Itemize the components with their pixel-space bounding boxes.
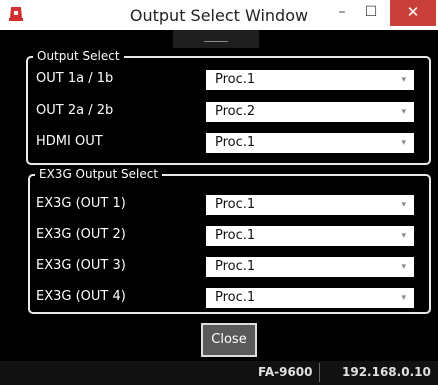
row-label: HDMI OUT xyxy=(36,134,103,149)
select-value: Proc.1 xyxy=(215,259,256,274)
hdmi-out-select[interactable]: Proc.1 ▾ xyxy=(206,133,414,153)
select-value: Proc.1 xyxy=(215,72,256,87)
chevron-down-icon: ▾ xyxy=(401,138,406,148)
collapse-handle[interactable] xyxy=(173,30,259,48)
chevron-down-icon: ▾ xyxy=(401,293,406,303)
status-bar: FA-9600 192.168.0.10 xyxy=(0,361,438,385)
device-model: FA-9600 xyxy=(258,365,313,379)
row-label: EX3G (OUT 3) xyxy=(36,258,126,273)
select-value: Proc.1 xyxy=(215,228,256,243)
ex3g-out1-select[interactable]: Proc.1 ▾ xyxy=(206,195,414,215)
select-value: Proc.1 xyxy=(215,197,256,212)
chevron-down-icon: ▾ xyxy=(401,107,406,117)
chevron-down-icon: ▾ xyxy=(401,75,406,85)
row-label: EX3G (OUT 1) xyxy=(36,196,126,211)
row-label: EX3G (OUT 2) xyxy=(36,227,126,242)
device-ip: 192.168.0.10 xyxy=(342,365,431,379)
chevron-down-icon: ▾ xyxy=(401,231,406,241)
minimize-button[interactable]: – xyxy=(327,0,357,26)
group-legend: Output Select xyxy=(33,49,124,63)
close-button[interactable]: Close xyxy=(201,323,257,357)
output-select-window: Output Select Window – ☐ ✕ Output Select… xyxy=(0,0,438,385)
out1-select[interactable]: Proc.1 ▾ xyxy=(206,70,414,90)
row-label: OUT 1a / 1b xyxy=(36,71,114,86)
row-label: OUT 2a / 2b xyxy=(36,103,114,118)
ex3g-out3-select[interactable]: Proc.1 ▾ xyxy=(206,257,414,277)
select-value: Proc.2 xyxy=(215,104,256,119)
select-value: Proc.1 xyxy=(215,135,256,150)
ex3g-out2-select[interactable]: Proc.1 ▾ xyxy=(206,226,414,246)
chevron-down-icon: ▾ xyxy=(401,262,406,272)
close-window-button[interactable]: ✕ xyxy=(390,0,436,26)
ex3g-out4-select[interactable]: Proc.1 ▾ xyxy=(206,288,414,308)
row-label: EX3G (OUT 4) xyxy=(36,289,126,304)
group-legend: EX3G Output Select xyxy=(35,167,163,181)
out2-select[interactable]: Proc.2 ▾ xyxy=(206,102,414,122)
status-divider xyxy=(319,363,320,382)
chevron-down-icon: ▾ xyxy=(401,200,406,210)
title-bar[interactable]: Output Select Window – ☐ ✕ xyxy=(0,0,438,30)
maximize-button[interactable]: ☐ xyxy=(356,0,386,26)
select-value: Proc.1 xyxy=(215,290,256,305)
